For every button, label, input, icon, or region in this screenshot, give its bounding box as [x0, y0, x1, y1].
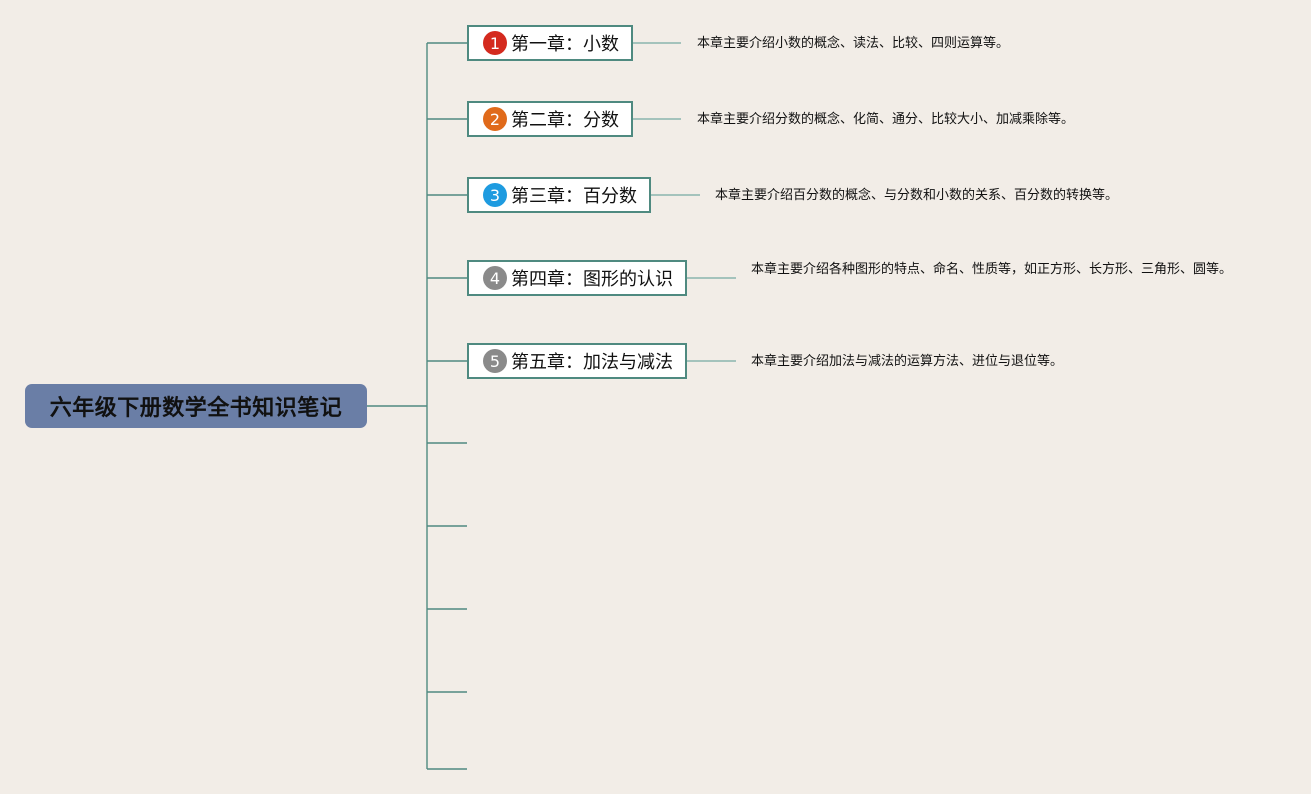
chapter-title: 第五章：加法与减法 — [511, 352, 673, 373]
root-title: 六年级下册数学全书知识笔记 — [49, 396, 343, 421]
chapter-node-2[interactable]: 2 第二章：分数 — [467, 101, 633, 137]
number-badge-icon: 4 — [483, 266, 507, 290]
number-badge-icon: 5 — [483, 349, 507, 373]
chapter-title: 第一章：小数 — [511, 34, 619, 55]
chapter-description-1[interactable]: 本章主要介绍小数的概念、读法、比较、四则运算等。 — [697, 33, 1009, 54]
chapter-description-5[interactable]: 本章主要介绍加法与减法的运算方法、进位与退位等。 — [751, 351, 1063, 372]
chapter-node-4[interactable]: 4 第四章：图形的认识 — [467, 260, 687, 296]
chapter-node-1[interactable]: 1 第一章：小数 — [467, 25, 633, 61]
root-node[interactable]: 六年级下册数学全书知识笔记 — [25, 384, 367, 428]
number-badge-icon: 2 — [483, 107, 507, 131]
chapter-description-4[interactable]: 本章主要介绍各种图形的特点、命名、性质等，如正方形、长方形、三角形、圆等。 — [751, 259, 1251, 280]
chapter-title: 第二章：分数 — [511, 110, 619, 131]
number-badge-icon: 1 — [483, 31, 507, 55]
chapter-description-2[interactable]: 本章主要介绍分数的概念、化简、通分、比较大小、加减乘除等。 — [697, 109, 1074, 130]
chapter-description-3[interactable]: 本章主要介绍百分数的概念、与分数和小数的关系、百分数的转换等。 — [715, 185, 1118, 206]
chapter-node-3[interactable]: 3 第三章：百分数 — [467, 177, 651, 213]
chapter-node-5[interactable]: 5 第五章：加法与减法 — [467, 343, 687, 379]
chapter-title: 第三章：百分数 — [511, 186, 637, 207]
chapter-title: 第四章：图形的认识 — [511, 269, 673, 290]
number-badge-icon: 3 — [483, 183, 507, 207]
